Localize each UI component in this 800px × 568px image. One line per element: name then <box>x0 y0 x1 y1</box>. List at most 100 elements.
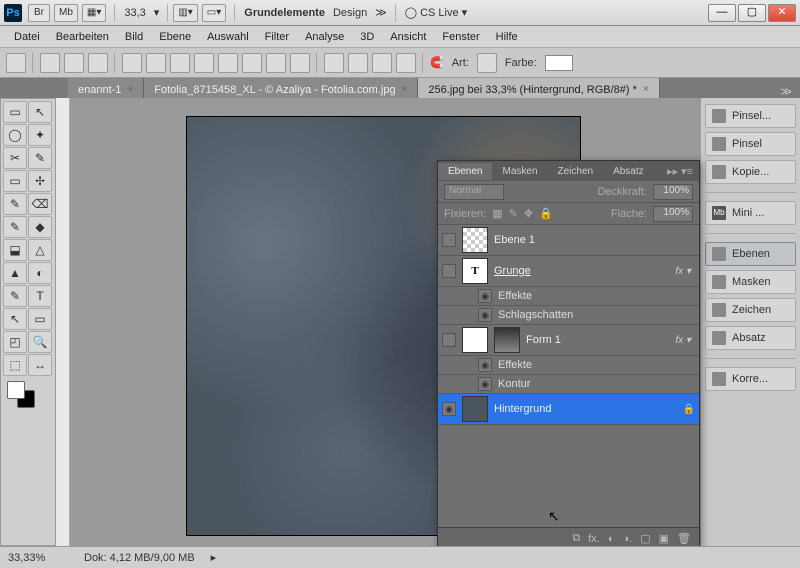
layer-thumbnail[interactable]: T <box>462 258 488 284</box>
panel-tab-zeichen[interactable]: Zeichen <box>548 163 604 180</box>
tool-23[interactable]: ↔ <box>28 354 52 376</box>
tool-17[interactable]: T <box>28 285 52 307</box>
cslive-button[interactable]: ◯ CS Live ▾ <box>401 6 471 19</box>
rect-icon[interactable] <box>170 53 190 73</box>
visibility-icon[interactable] <box>442 402 456 416</box>
visibility-icon[interactable] <box>442 264 456 278</box>
layer-row[interactable]: Form 1fx <box>438 325 699 356</box>
visibility-icon[interactable] <box>478 358 492 372</box>
new-layer-icon[interactable]: ▣ <box>659 532 669 545</box>
tool-5[interactable]: ✎ <box>28 147 52 169</box>
layer-thumbnail[interactable] <box>462 227 488 253</box>
layer-row[interactable]: Effekte <box>438 356 699 375</box>
panel-tab-absatz[interactable]: Absatz <box>603 163 654 180</box>
lock-position-icon[interactable]: ✥ <box>524 207 533 220</box>
tool-3[interactable]: ✦ <box>28 124 52 146</box>
tool-preset[interactable] <box>6 53 26 73</box>
layer-fx-icon[interactable]: fx. <box>588 533 600 545</box>
tool-16[interactable]: ✎ <box>3 285 27 307</box>
fx-badge[interactable]: fx <box>675 266 695 277</box>
line-icon[interactable] <box>266 53 286 73</box>
menu-fenster[interactable]: Fenster <box>434 31 487 43</box>
tool-13[interactable]: △ <box>28 239 52 261</box>
screen-mode-button[interactable]: ▭▾ <box>202 4 226 22</box>
menu-hilfe[interactable]: Hilfe <box>488 31 526 43</box>
dock-pinsel[interactable]: Pinsel <box>705 132 796 156</box>
layout-button[interactable]: ▦▾ <box>82 4 106 22</box>
maximize-button[interactable]: ▢ <box>738 4 766 22</box>
minimize-button[interactable]: — <box>708 4 736 22</box>
style-swatch[interactable] <box>477 53 497 73</box>
shape-layer-mode[interactable] <box>40 53 60 73</box>
layer-name[interactable]: Hintergrund <box>494 403 677 415</box>
tool-9[interactable]: ⌫ <box>28 193 52 215</box>
document-tab[interactable]: enannt-1× <box>68 78 144 98</box>
foreground-color[interactable] <box>7 381 25 399</box>
layer-row[interactable]: T Grunge fx <box>438 256 699 287</box>
menu-filter[interactable]: Filter <box>257 31 297 43</box>
close-tab-icon[interactable]: × <box>643 84 649 95</box>
tool-4[interactable]: ✂ <box>3 147 27 169</box>
tool-6[interactable]: ▭ <box>3 170 27 192</box>
layer-row[interactable]: Effekte <box>438 287 699 306</box>
freeform-pen-icon[interactable] <box>146 53 166 73</box>
path-op-3[interactable] <box>372 53 392 73</box>
dock-zeichen[interactable]: Zeichen <box>705 298 796 322</box>
lock-transparent-icon[interactable]: ▦ <box>492 207 502 220</box>
menu-ebene[interactable]: Ebene <box>151 31 199 43</box>
menu-bearbeiten[interactable]: Bearbeiten <box>48 31 117 43</box>
dock-korre[interactable]: Korre... <box>705 367 796 391</box>
tool-14[interactable]: ▲ <box>3 262 27 284</box>
layer-name[interactable]: Ebene 1 <box>494 234 695 246</box>
path-op-1[interactable] <box>324 53 344 73</box>
magnet-icon[interactable]: 🧲 <box>430 56 444 69</box>
tool-12[interactable]: ⬓ <box>3 239 27 261</box>
visibility-icon[interactable] <box>442 233 456 247</box>
layer-name[interactable]: Grunge <box>494 265 669 277</box>
custom-shape-icon[interactable] <box>290 53 310 73</box>
status-zoom[interactable]: 33,33% <box>8 552 68 564</box>
dock-ebenen[interactable]: Ebenen <box>705 242 796 266</box>
workspace-more[interactable]: ≫ <box>371 6 391 19</box>
workspace-design[interactable]: Design <box>329 7 371 19</box>
dock-masken[interactable]: Masken <box>705 270 796 294</box>
menu-ansicht[interactable]: Ansicht <box>382 31 434 43</box>
menu-auswahl[interactable]: Auswahl <box>199 31 257 43</box>
tool-2[interactable]: ◯ <box>3 124 27 146</box>
tool-1[interactable]: ↖ <box>28 101 52 123</box>
dock-kopie[interactable]: Kopie... <box>705 160 796 184</box>
close-button[interactable]: ✕ <box>768 4 796 22</box>
layer-thumbnail[interactable] <box>462 396 488 422</box>
path-op-2[interactable] <box>348 53 368 73</box>
link-layers-icon[interactable]: ⧉ <box>572 532 580 545</box>
roundrect-icon[interactable] <box>194 53 214 73</box>
tool-18[interactable]: ↖ <box>3 308 27 330</box>
tool-20[interactable]: ◰ <box>3 331 27 353</box>
menu-3d[interactable]: 3D <box>352 31 382 43</box>
delete-layer-icon[interactable]: 🗑 <box>677 532 691 545</box>
layer-mask-thumbnail[interactable] <box>494 327 520 353</box>
dock-absatz[interactable]: Absatz <box>705 326 796 350</box>
minibridge-button[interactable]: Mb <box>54 4 78 22</box>
tool-11[interactable]: ◆ <box>28 216 52 238</box>
pen-icon[interactable] <box>122 53 142 73</box>
layer-row[interactable]: Kontur <box>438 375 699 394</box>
tool-7[interactable]: ✢ <box>28 170 52 192</box>
dock-mini[interactable]: MbMini ... <box>705 201 796 225</box>
adjustment-layer-icon[interactable]: ◑. <box>623 533 633 545</box>
menu-bild[interactable]: Bild <box>117 31 151 43</box>
layer-row[interactable]: Ebene 1 <box>438 225 699 256</box>
visibility-icon[interactable] <box>478 308 492 322</box>
layer-row[interactable]: Hintergrund🔒 <box>438 394 699 425</box>
opacity-input[interactable]: 100% <box>653 184 693 200</box>
lock-pixels-icon[interactable]: ✎ <box>509 207 518 220</box>
visibility-icon[interactable] <box>478 289 492 303</box>
layer-mask-icon[interactable]: ◐ <box>608 533 615 545</box>
tool-0[interactable]: ▭ <box>3 101 27 123</box>
tool-8[interactable]: ✎ <box>3 193 27 215</box>
menu-datei[interactable]: Datei <box>6 31 48 43</box>
blend-mode-select[interactable]: Normal <box>444 184 504 200</box>
tool-19[interactable]: ▭ <box>28 308 52 330</box>
polygon-icon[interactable] <box>242 53 262 73</box>
fill-pixels-mode[interactable] <box>88 53 108 73</box>
